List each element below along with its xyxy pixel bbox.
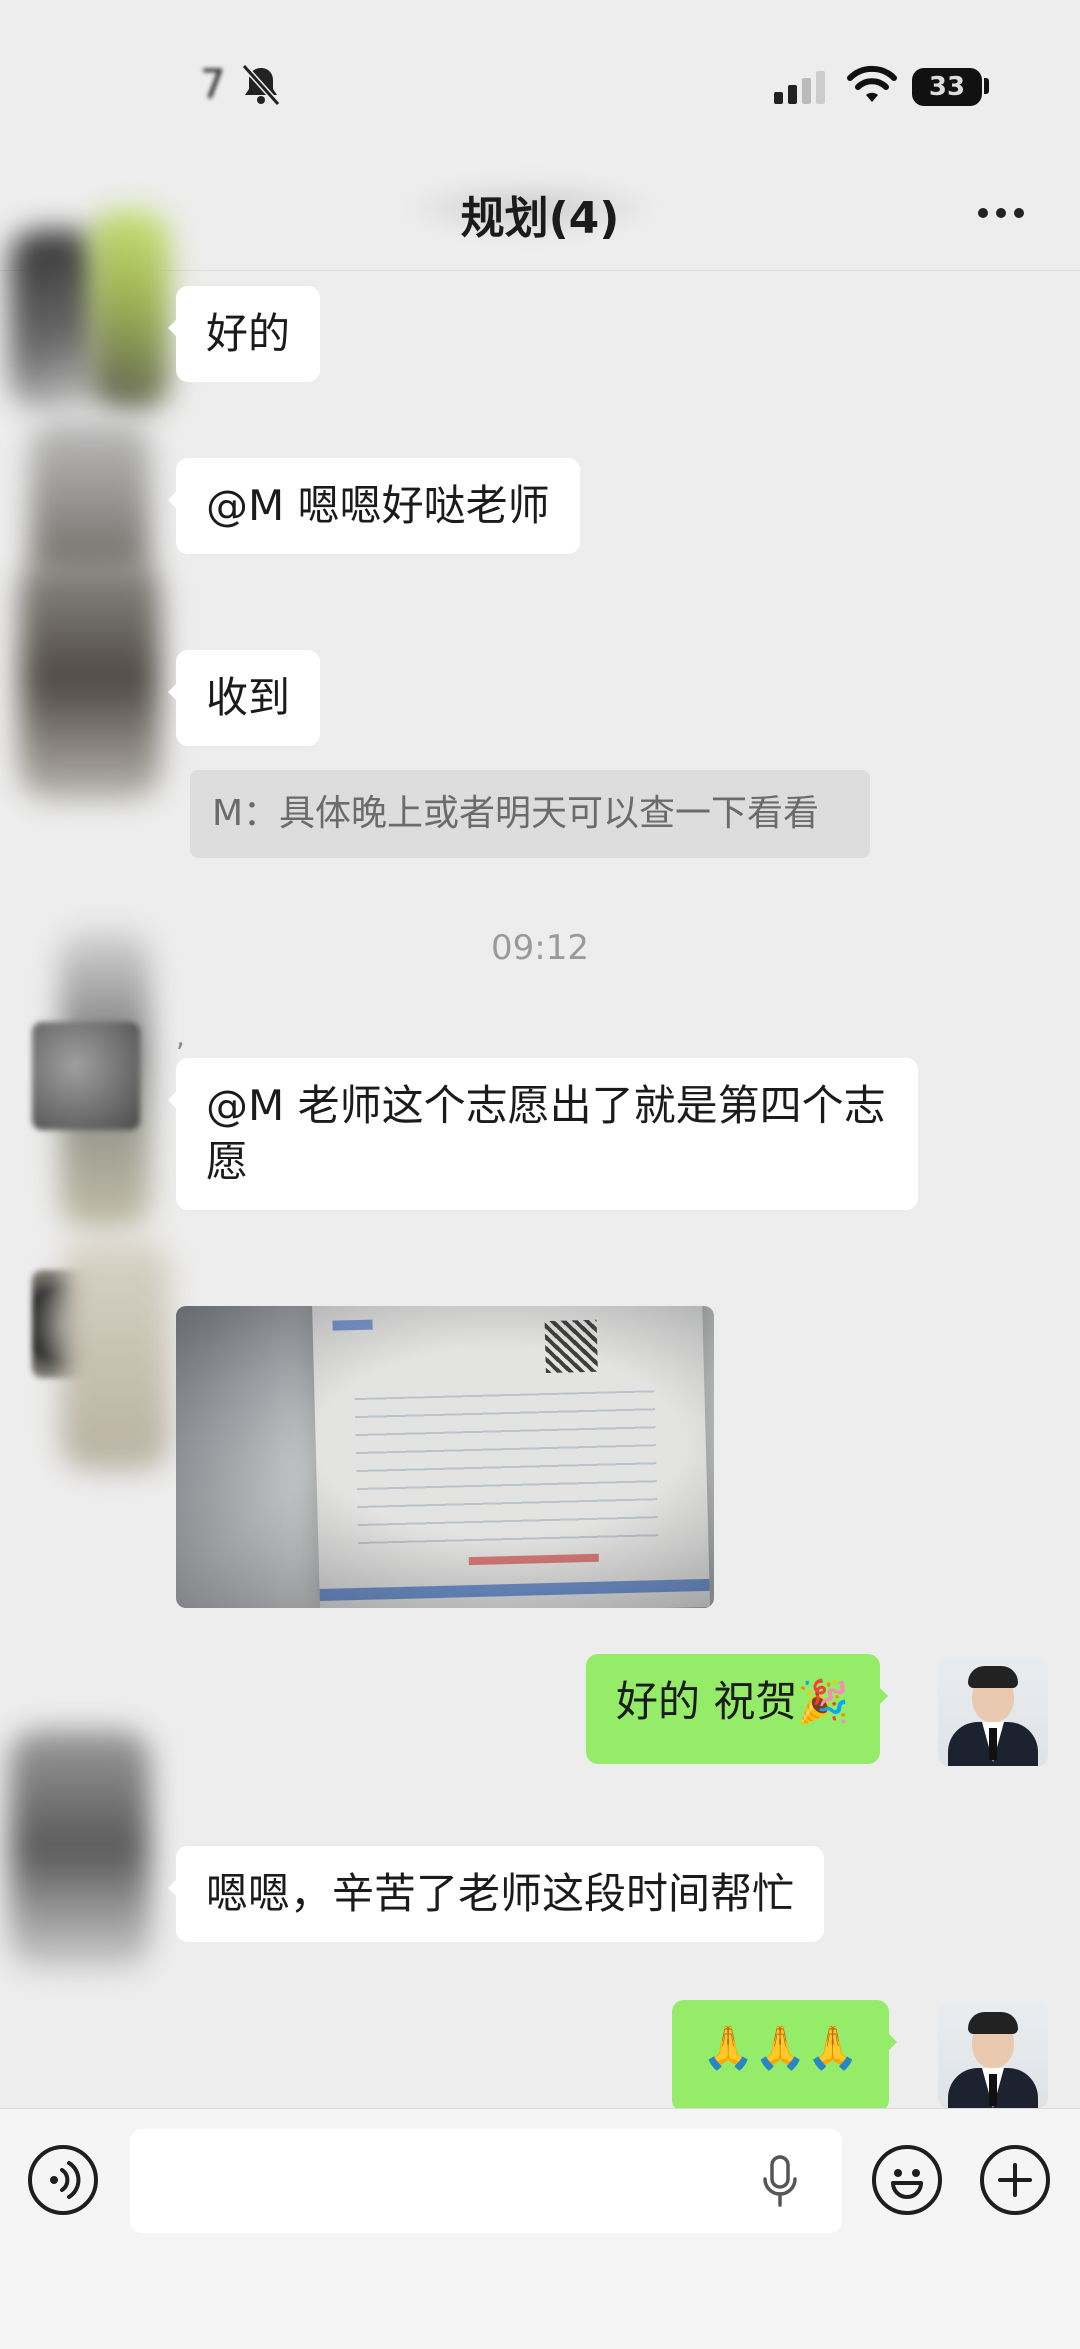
voice-icon[interactable] [28, 2145, 98, 2215]
avatar[interactable] [60, 1240, 170, 1470]
avatar[interactable] [30, 420, 150, 580]
image-message[interactable] [176, 1306, 714, 1608]
message-bubble[interactable]: @M 老师这个志愿出了就是第四个志愿 [168, 1058, 918, 1210]
status-time: 7 [200, 62, 226, 108]
my-message-bubble[interactable]: 好的 祝贺🎉 [586, 1654, 888, 1764]
message-bubble[interactable]: 好的 [167, 286, 321, 382]
signal-icon [774, 71, 825, 104]
avatar[interactable] [90, 210, 170, 410]
avatar[interactable] [10, 230, 100, 410]
message-bubble[interactable]: 收到 [167, 650, 321, 746]
microphone-icon[interactable] [762, 2155, 798, 2209]
avatar[interactable] [10, 1730, 150, 1970]
more-icon[interactable] [978, 208, 1032, 218]
battery-cap [984, 78, 989, 94]
avatar-hair [968, 2012, 1018, 2034]
my-message-bubble[interactable]: 🙏🙏🙏 [672, 2000, 897, 2112]
emoji-icon[interactable] [872, 2145, 942, 2215]
avatar-tie [989, 2074, 997, 2106]
message-bubble[interactable]: @M 嗯嗯好哒老师 [168, 458, 580, 554]
avatar-tie [989, 1728, 997, 1760]
sender-name: , [176, 1020, 185, 1053]
avatar-hair [968, 1666, 1018, 1688]
message-bubble[interactable]: 嗯嗯，辛苦了老师这段时间帮忙 [167, 1846, 825, 1942]
message-input[interactable] [130, 2129, 842, 2233]
input-bar [0, 2108, 1080, 2349]
message-timestamp: 09:12 [491, 928, 589, 968]
avatar[interactable] [32, 1022, 140, 1130]
my-avatar[interactable] [938, 1656, 1048, 1766]
wifi-icon [847, 65, 897, 102]
my-avatar[interactable] [938, 2002, 1048, 2108]
avatar[interactable] [20, 560, 160, 800]
battery-indicator: 33 [912, 68, 982, 106]
plus-icon[interactable] [980, 2145, 1050, 2215]
image-vignette [176, 1306, 714, 1608]
bell-slash-icon [241, 63, 281, 107]
quoted-message[interactable]: M：具体晚上或者明天可以查一下看看 [190, 770, 870, 858]
